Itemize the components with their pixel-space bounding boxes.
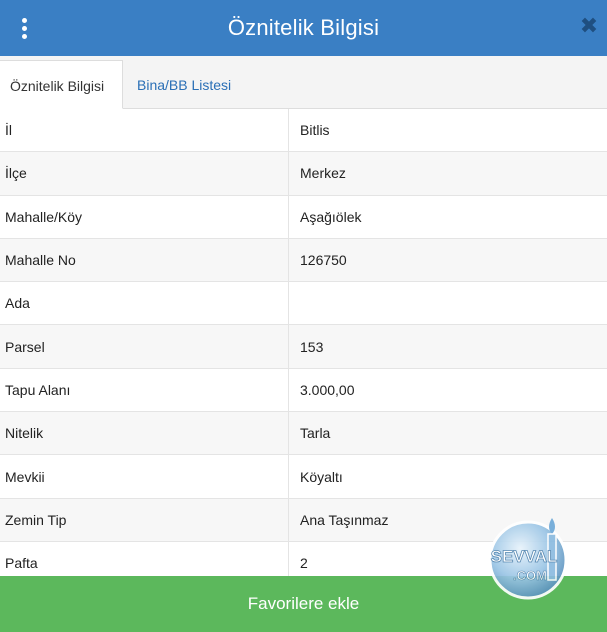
more-vertical-icon[interactable] — [14, 12, 34, 44]
row-value — [288, 282, 607, 325]
attribute-table: İl Bitlis İlçe Merkez Mahalle/Köy Aşağıö… — [0, 109, 607, 586]
row-key: Parsel — [5, 338, 45, 355]
table-row: Mevkii Köyaltı — [0, 455, 607, 499]
row-key: Mahalle No — [5, 252, 76, 269]
row-value: Köyaltı — [288, 455, 607, 498]
table-row: Mahalle No 126750 — [0, 238, 607, 283]
table-row: Nitelik Tarla — [0, 412, 607, 456]
row-value: Tarla — [288, 412, 607, 455]
dialog-title: Öznitelik Bilgisi — [227, 15, 380, 40]
table-row: Tapu Alanı 3.000,00 — [0, 368, 607, 413]
row-value: Aşağıölek — [288, 195, 607, 238]
dialog-header: Öznitelik Bilgisi ✖ — [0, 0, 607, 56]
row-key: Ada — [5, 295, 30, 312]
table-row: Zemin Tip Ana Taşınmaz — [0, 498, 607, 542]
close-icon[interactable]: ✖ — [577, 14, 601, 38]
table-row: İl Bitlis — [0, 109, 607, 153]
row-key: Zemin Tip — [5, 511, 67, 528]
add-to-favorites-button[interactable]: Favorilere ekle — [0, 576, 607, 632]
row-value: Bitlis — [288, 109, 607, 152]
row-key: İl — [5, 122, 12, 139]
row-value: Ana Taşınmaz — [288, 498, 607, 541]
tab-bar: Öznitelik Bilgisi Bina/BB Listesi — [0, 56, 607, 109]
row-value: Merkez — [288, 152, 607, 195]
row-value: 3.000,00 — [288, 368, 607, 412]
tab-oznitelik-bilgisi[interactable]: Öznitelik Bilgisi — [0, 60, 123, 109]
table-row: İlçe Merkez — [0, 152, 607, 196]
row-key: Mahalle/Köy — [5, 208, 83, 225]
row-value: 126750 — [288, 238, 607, 282]
tab-bina-bb-listesi[interactable]: Bina/BB Listesi — [127, 60, 241, 108]
row-key: Nitelik — [5, 425, 44, 442]
row-key: İlçe — [5, 165, 27, 182]
row-key: Mevkii — [5, 468, 45, 485]
table-row: Mahalle/Köy Aşağıölek — [0, 195, 607, 239]
table-row: Ada — [0, 282, 607, 326]
row-key: Tapu Alanı — [5, 381, 71, 398]
row-value: 153 — [288, 325, 607, 368]
table-row: Parsel 153 — [0, 325, 607, 369]
